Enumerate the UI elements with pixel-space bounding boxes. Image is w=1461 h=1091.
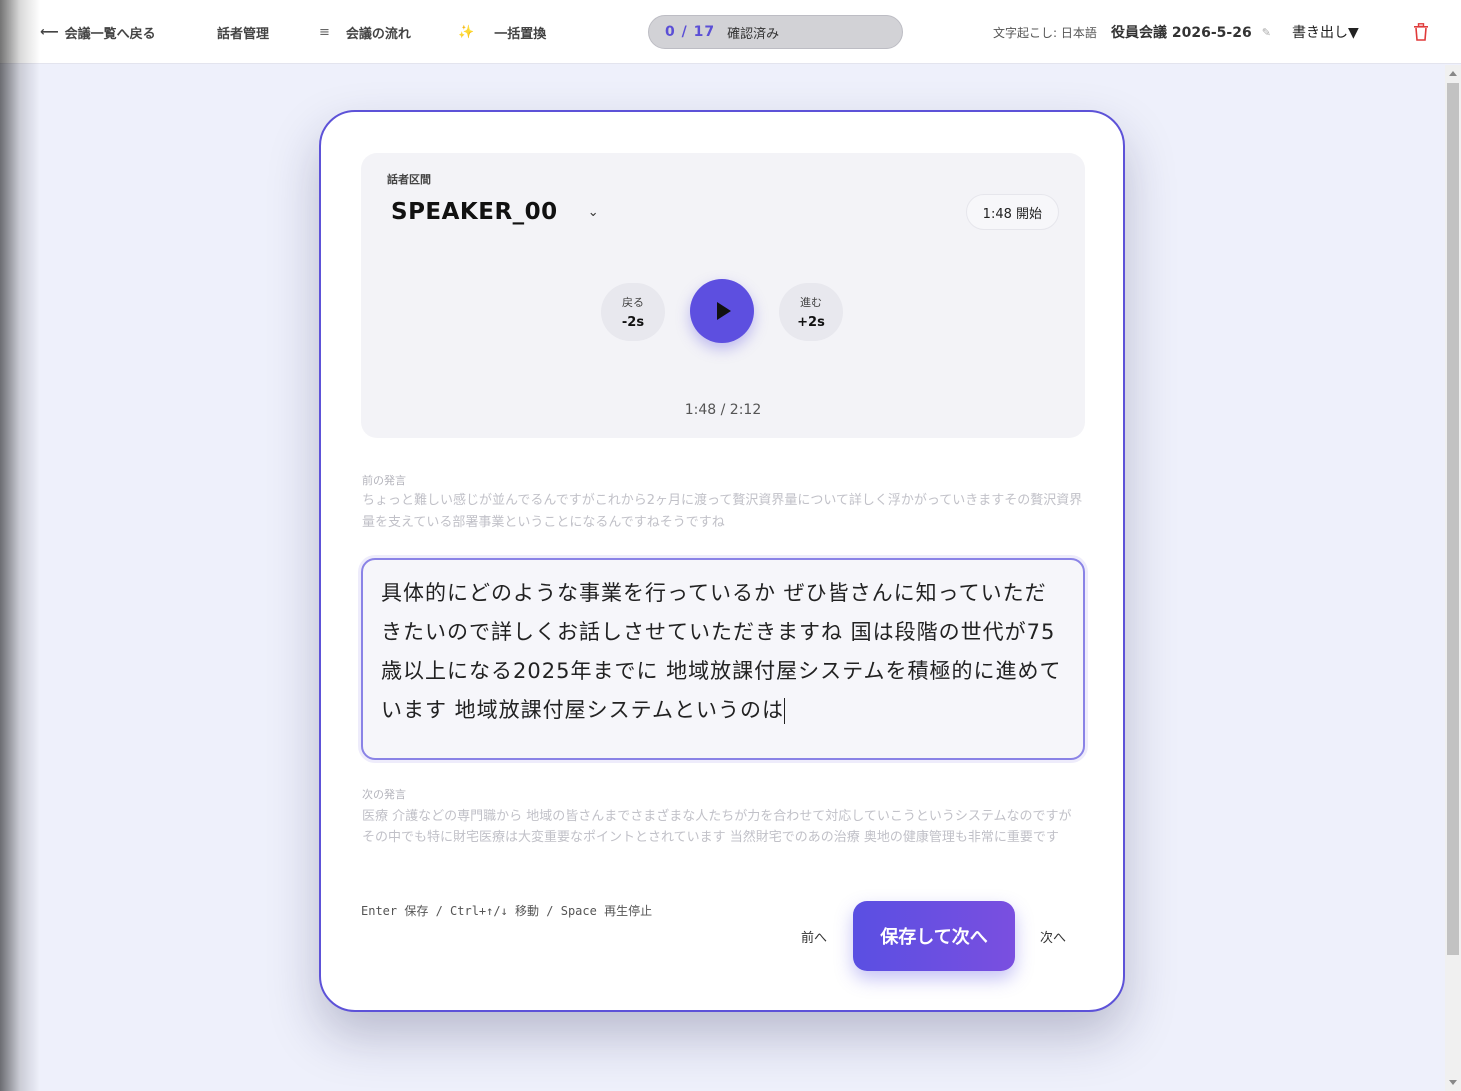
scroll-thumb[interactable] (1447, 83, 1459, 955)
list-icon: ≡ (319, 24, 330, 40)
next-button[interactable]: 次へ (1040, 927, 1066, 946)
forward-label: 進む (800, 296, 822, 309)
previous-utterance-label: 前の発言 (362, 474, 406, 487)
sparkle-icon: ✨ (458, 24, 475, 40)
segment-label: 話者区間 (387, 173, 431, 186)
previous-button[interactable]: 前へ (801, 927, 827, 946)
scroll-up-arrow-icon[interactable] (1449, 71, 1457, 76)
edit-icon[interactable]: ✎ (1262, 26, 1271, 39)
next-utterance-text: 医療 介護などの専門職から 地域の皆さんまでさまざまな人たちが力を合わせて対応し… (362, 809, 1072, 845)
back-label: 会議一覧へ戻る (64, 26, 156, 42)
confirmed-label: 確認済み (727, 26, 780, 42)
arrow-left-icon: ⟵ (40, 24, 59, 40)
play-button[interactable] (690, 279, 754, 343)
playback-time: 1:48 / 2:12 (684, 402, 762, 418)
back-to-meetings-link[interactable]: ⟵ 会議一覧へ戻る (40, 0, 156, 64)
meeting-flow-label: 会議の流れ (345, 26, 411, 42)
bulk-replace-label: 一括置換 (494, 26, 547, 42)
confirmed-count: 0 / 17 (665, 24, 716, 40)
transcript-text: 具体的にどのような事業を行っているか ぜひ皆さんに知っていただきたいので詳しくお… (381, 581, 1062, 722)
start-time-badge[interactable]: 1:48 開始 (965, 194, 1059, 230)
confirmed-progress-pill: 0 / 17 確認済み (648, 15, 903, 49)
segment-editor-card: 話者区間 SPEAKER_00 ⌄ 1:48 開始 戻る -2s 進む +2s … (319, 110, 1125, 1012)
meeting-flow-button[interactable]: ≡ 会議の流れ (319, 0, 411, 64)
speaker-select[interactable]: SPEAKER_00 ⌄ (391, 199, 599, 225)
left-edge-shadow (0, 0, 40, 1091)
next-utterance-label: 次の発言 (362, 788, 406, 801)
meeting-title-text: 役員会議 2026-5-26 (1111, 25, 1252, 41)
vertical-scrollbar[interactable] (1445, 65, 1461, 1091)
transcription-language-label: 文字起こし: 日本語 (993, 25, 1097, 40)
delete-button[interactable] (1413, 0, 1429, 64)
transcript-textarea[interactable]: 具体的にどのような事業を行っているか ぜひ皆さんに知っていただきたいので詳しくお… (361, 558, 1085, 760)
rewind-label: 戻る (622, 296, 644, 309)
meeting-title[interactable]: 役員会議 2026-5-26 ✎ (1111, 0, 1271, 64)
start-time-text: 1:48 開始 (982, 206, 1042, 222)
save-and-next-button[interactable]: 保存して次へ (853, 901, 1015, 971)
export-label: 書き出し▼ (1292, 25, 1359, 41)
rewind-2s-button[interactable]: 戻る -2s (601, 283, 665, 341)
export-dropdown[interactable]: 書き出し▼ (1292, 0, 1359, 64)
speaker-management-button[interactable]: 話者管理 (217, 0, 269, 64)
audio-player-panel: 話者区間 SPEAKER_00 ⌄ 1:48 開始 戻る -2s 進む +2s … (361, 153, 1085, 438)
previous-utterance-text: ちょっと難しい感じが並んでるんですがこれから2ヶ月に渡って贅沢資界量について詳し… (362, 493, 1083, 530)
forward-amount: +2s (797, 315, 825, 330)
forward-2s-button[interactable]: 進む +2s (779, 283, 843, 341)
rewind-amount: -2s (621, 315, 645, 330)
scroll-down-arrow-icon[interactable] (1449, 1080, 1457, 1085)
save-and-next-label: 保存して次へ (880, 927, 988, 948)
transcription-language: 文字起こし: 日本語 (993, 0, 1097, 64)
text-caret (784, 698, 786, 724)
speaker-name: SPEAKER_00 (391, 199, 558, 225)
top-bar: ⟵ 会議一覧へ戻る 話者管理 ≡ 会議の流れ ✨ 一括置換 0 / 17 確認済… (0, 0, 1461, 64)
chevron-down-icon: ⌄ (587, 204, 599, 220)
keyboard-shortcut-hint: Enter 保存 / Ctrl+↑/↓ 移動 / Space 再生停止 (361, 904, 653, 918)
play-icon (717, 302, 731, 320)
bulk-replace-button[interactable]: ✨ 一括置換 (458, 0, 546, 64)
speaker-management-label: 話者管理 (217, 26, 270, 42)
trash-icon (1414, 23, 1428, 41)
